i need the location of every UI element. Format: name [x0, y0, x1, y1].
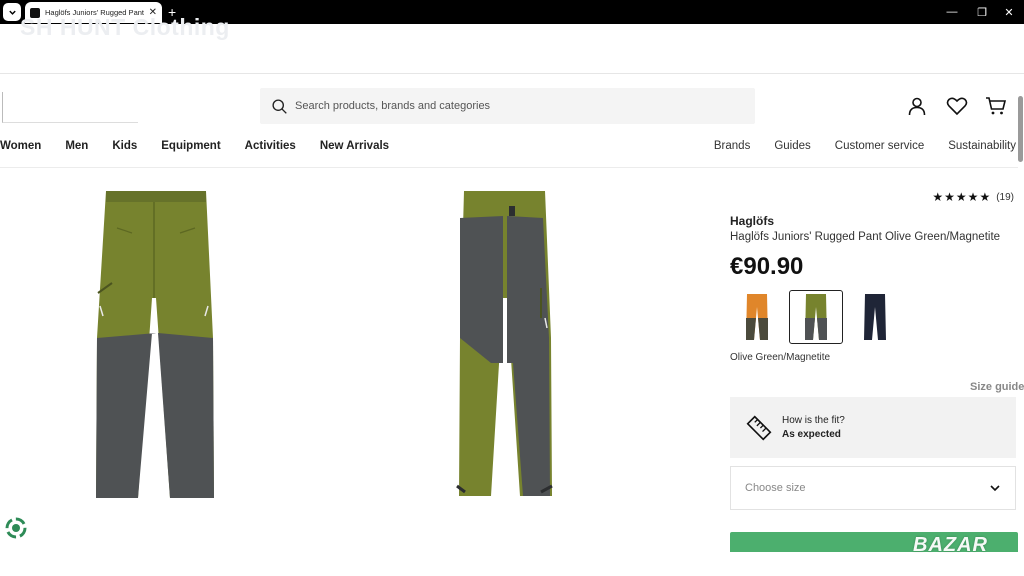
size-guide-link[interactable]: Size guide	[970, 381, 1024, 393]
window-close-button[interactable]: ✕	[994, 0, 1024, 24]
nav-item-women[interactable]: Women	[0, 140, 41, 152]
nav-item-men[interactable]: Men	[65, 140, 88, 152]
eco-badge-icon[interactable]	[5, 517, 27, 539]
nav-item-sustainability[interactable]: Sustainability	[948, 140, 1016, 152]
nav-item-new-arrivals[interactable]: New Arrivals	[320, 140, 389, 152]
browser-menu-button[interactable]	[3, 3, 21, 21]
secondary-nav: Brands Guides Customer service Sustainab…	[714, 140, 1016, 152]
nav-item-kids[interactable]: Kids	[112, 140, 137, 152]
nav-item-customer-service[interactable]: Customer service	[835, 140, 924, 152]
product-price: €90.90	[730, 253, 804, 280]
product-image-back[interactable]	[453, 188, 557, 500]
account-button[interactable]	[905, 94, 929, 118]
size-select-placeholder: Choose size	[745, 482, 806, 494]
product-image-front[interactable]	[92, 188, 217, 500]
selected-color-label: Olive Green/Magnetite	[730, 352, 831, 363]
size-select[interactable]: Choose size	[730, 466, 1016, 510]
ruler-icon	[746, 415, 772, 440]
fit-answer: As expected	[782, 429, 841, 440]
color-swatch-navy[interactable]	[848, 290, 902, 344]
site-brand-ghost: SH HUNT Clothing	[20, 14, 230, 40]
search-icon	[272, 98, 287, 114]
main-nav: Women Men Kids Equipment Activities New …	[0, 140, 389, 152]
nav-divider	[0, 167, 1018, 168]
wishlist-button[interactable]	[945, 94, 969, 118]
search-input[interactable]	[295, 100, 715, 112]
product-name: Haglöfs Juniors' Rugged Pant Olive Green…	[730, 231, 1001, 243]
product-brand[interactable]: Haglöfs	[730, 214, 774, 228]
swatch-pant-olive-image	[805, 294, 827, 340]
product-rating[interactable]: ★★★★★ (19)	[932, 190, 1014, 204]
nav-item-equipment[interactable]: Equipment	[161, 140, 220, 152]
cart-icon	[986, 97, 1007, 115]
fit-info-box: How is the fit? As expected	[730, 397, 1016, 458]
chevron-down-icon	[8, 10, 16, 15]
bazar-watermark: BAZAR	[913, 534, 988, 556]
color-swatch-olive-green[interactable]	[789, 290, 843, 344]
chevron-down-icon	[990, 485, 1000, 492]
rating-stars: ★★★★★	[932, 190, 992, 204]
color-swatch-orange[interactable]	[730, 290, 784, 344]
heart-icon	[946, 97, 968, 116]
search-bar[interactable]	[260, 88, 755, 124]
user-icon	[908, 97, 926, 116]
nav-item-brands[interactable]: Brands	[714, 140, 750, 152]
review-count: (19)	[996, 191, 1014, 203]
page-scrollbar[interactable]	[1018, 96, 1023, 162]
restore-button[interactable]: ❐	[967, 0, 997, 24]
nav-item-guides[interactable]: Guides	[774, 140, 810, 152]
minimize-button[interactable]: —	[937, 0, 967, 24]
header-divider	[0, 73, 1024, 74]
swatch-pant-navy-image	[864, 294, 886, 340]
nav-item-activities[interactable]: Activities	[245, 140, 296, 152]
fit-question: How is the fit?	[782, 415, 845, 426]
swatch-pant-orange-image	[746, 294, 768, 340]
cart-button[interactable]	[984, 94, 1008, 118]
page: SH HUNT Clothing Women Men Kids Equipmen…	[0, 14, 1024, 576]
site-logo-area[interactable]	[2, 92, 138, 123]
